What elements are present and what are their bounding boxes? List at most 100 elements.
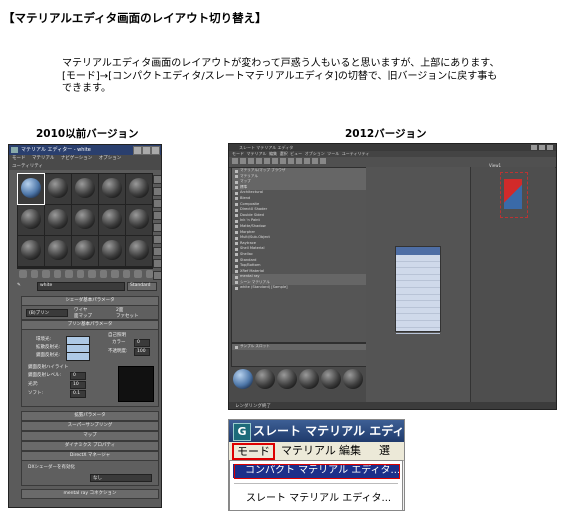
make-copy-icon[interactable] — [65, 270, 73, 278]
node-slot[interactable] — [396, 328, 440, 335]
sample-slot[interactable] — [126, 236, 152, 266]
color-checkbox[interactable]: カラー — [112, 339, 126, 345]
material-type-button[interactable]: Standard — [127, 282, 157, 291]
minimize-icon[interactable] — [133, 146, 142, 155]
sample-slot[interactable] — [126, 174, 152, 204]
node-slot[interactable] — [396, 295, 440, 302]
gloss-spinner[interactable]: 10 — [70, 381, 86, 389]
menu-edit[interactable]: 編集 — [269, 151, 277, 156]
sample-slot[interactable] — [45, 236, 71, 266]
sample-slot[interactable] — [72, 205, 98, 235]
eyedropper-icon[interactable]: ✎ — [17, 283, 21, 288]
put-to-scene-icon[interactable] — [248, 158, 254, 164]
slate-editor-menu-item[interactable]: スレート マテリアル エディタ... — [246, 489, 391, 504]
maximize-icon[interactable] — [539, 145, 545, 150]
delete-icon[interactable] — [264, 158, 270, 164]
compact-editor-menu-item[interactable]: コンパクト マテリアル エディタ... — [233, 464, 400, 479]
view-tab[interactable]: View1 — [489, 163, 501, 168]
assign-material-icon[interactable] — [42, 270, 50, 278]
material-name-field[interactable]: white — [37, 282, 125, 291]
menu-navigation[interactable]: ナビゲーション — [61, 156, 92, 161]
show-map-icon[interactable] — [288, 158, 294, 164]
background-icon[interactable] — [153, 199, 161, 208]
menu-select[interactable]: 選択 — [280, 151, 288, 156]
select-by-material-icon[interactable] — [153, 259, 161, 268]
map-navigator-icon[interactable] — [153, 271, 161, 280]
pick-material-icon[interactable] — [240, 158, 246, 164]
menu-material[interactable]: マテリアル — [32, 156, 54, 161]
menu-utilities[interactable]: ユーティリティ — [342, 151, 370, 156]
rollout-extended[interactable]: 拡張パラメータ — [21, 411, 159, 421]
menu-mode[interactable]: モード — [12, 156, 26, 161]
get-material-icon[interactable] — [19, 270, 27, 278]
node-slot[interactable] — [396, 281, 440, 288]
rollout-maps[interactable]: マップ — [21, 431, 159, 441]
menu-material[interactable]: マテリアル — [247, 151, 267, 156]
node-slot[interactable] — [396, 275, 440, 282]
menu-mode[interactable]: モード — [232, 443, 275, 460]
sample-slot[interactable] — [45, 205, 71, 235]
show-background-icon[interactable] — [296, 158, 302, 164]
node-slot[interactable] — [396, 314, 440, 321]
minimize-icon[interactable] — [531, 145, 537, 150]
sample-slot[interactable] — [299, 369, 319, 389]
node-slot[interactable] — [396, 321, 440, 328]
browser-toggle-icon[interactable] — [320, 158, 326, 164]
put-to-scene-icon[interactable] — [30, 270, 38, 278]
make-unique-icon[interactable] — [76, 270, 84, 278]
node-slot[interactable] — [396, 301, 440, 308]
move-children-icon[interactable] — [272, 158, 278, 164]
soften-spinner[interactable]: 0.1 — [70, 390, 86, 398]
menu-options[interactable]: オプション — [305, 151, 325, 156]
faceted-checkbox[interactable]: ファセット — [116, 313, 139, 319]
material-id-icon[interactable] — [99, 270, 107, 278]
close-icon[interactable] — [151, 146, 160, 155]
node-slot[interactable] — [396, 268, 440, 275]
facemap-checkbox[interactable]: 面マップ — [74, 313, 92, 319]
node-slot[interactable] — [396, 308, 440, 315]
go-to-parent-icon[interactable] — [134, 270, 142, 278]
layout-all-icon[interactable] — [304, 158, 310, 164]
node-slot[interactable] — [396, 288, 440, 295]
dx-plugin-select[interactable]: なし — [90, 474, 152, 482]
node-slot[interactable] — [396, 255, 440, 262]
maximize-icon[interactable] — [142, 146, 151, 155]
sample-slot[interactable] — [18, 205, 44, 235]
menu-select[interactable]: 選 — [379, 442, 390, 460]
rollout-dynamics[interactable]: ダイナミクス プロパティ — [21, 441, 159, 451]
sample-slot[interactable] — [99, 236, 125, 266]
material-id-icon[interactable] — [312, 158, 318, 164]
sample-slot[interactable] — [72, 236, 98, 266]
spec-level-spinner[interactable]: 0 — [70, 372, 86, 380]
show-map-icon[interactable] — [111, 270, 119, 278]
put-to-library-icon[interactable] — [88, 270, 96, 278]
reset-map-icon[interactable] — [53, 270, 61, 278]
sample-slot[interactable] — [17, 173, 45, 205]
sample-slot[interactable] — [99, 205, 125, 235]
browser-item[interactable]: white (Standard) [Sample] — [232, 285, 366, 291]
menu-options[interactable]: オプション — [99, 156, 122, 161]
node-slot[interactable] — [396, 262, 440, 269]
sample-slot[interactable] — [18, 236, 44, 266]
menu-tools[interactable]: ツール — [327, 151, 339, 156]
material-node[interactable] — [395, 246, 441, 335]
uv-tiling-icon[interactable] — [153, 211, 161, 220]
sample-slot[interactable] — [343, 369, 363, 389]
show-end-result-icon[interactable] — [122, 270, 130, 278]
assign-material-icon[interactable] — [256, 158, 262, 164]
sample-slot[interactable] — [321, 369, 341, 389]
go-forward-icon[interactable] — [145, 270, 153, 278]
sample-type-icon[interactable] — [153, 175, 161, 184]
dx-enable-checkbox[interactable]: DXシェーダーを有効化 — [28, 464, 75, 470]
sample-slot[interactable] — [233, 369, 253, 389]
menu-mode[interactable]: モード — [232, 151, 244, 156]
sample-slot[interactable] — [126, 205, 152, 235]
self-illum-spinner[interactable]: 0 — [134, 339, 150, 347]
video-check-icon[interactable] — [153, 223, 161, 232]
sample-slot[interactable] — [45, 174, 71, 204]
rollout-supersampling[interactable]: スーパーサンプリング — [21, 421, 159, 431]
sample-slot[interactable] — [72, 174, 98, 204]
sample-slot[interactable] — [277, 369, 297, 389]
rollout-mental-ray[interactable]: mental ray コネクション — [21, 489, 159, 499]
menu-material[interactable]: マテリアル — [281, 442, 336, 460]
